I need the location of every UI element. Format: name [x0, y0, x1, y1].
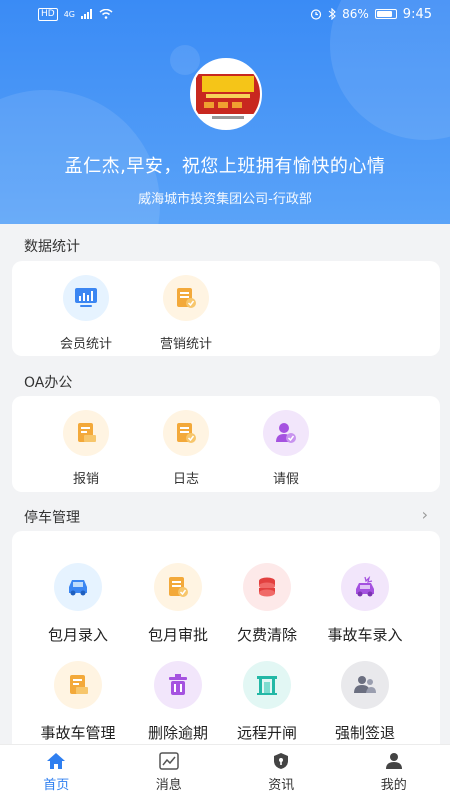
- trash-icon: [154, 661, 202, 709]
- receipt-icon: [54, 661, 102, 709]
- document-check-icon: [154, 563, 202, 611]
- tile-label: 强制签退: [334, 724, 395, 742]
- tile-reimbursement[interactable]: 报销: [36, 410, 136, 487]
- users-icon: [341, 661, 389, 709]
- status-time: 9:45: [402, 6, 432, 22]
- tile-journal[interactable]: 日志: [136, 410, 236, 487]
- tile-accident-manage[interactable]: 事故车管理: [28, 661, 128, 743]
- accident-car-icon: [341, 563, 389, 611]
- decor-circle: [170, 45, 200, 75]
- status-bar: HD 4G 86% 9:45: [0, 0, 450, 28]
- parking-card: 包月录入 包月审批 欠费清除 事故车录入 事故车管理 删除逾期 远程开闸 强制签…: [12, 531, 440, 756]
- document-check-icon: [163, 275, 209, 321]
- person-icon: [385, 753, 402, 769]
- tab-home[interactable]: 首页: [0, 745, 113, 800]
- oa-card: 报销 日志 请假: [12, 396, 440, 492]
- battery-level: [376, 11, 392, 17]
- tile-label: 营销统计: [159, 337, 212, 352]
- tile-delete-overdue[interactable]: 删除逾期: [128, 661, 228, 743]
- tile-member-stats[interactable]: 会员统计: [36, 275, 136, 352]
- document-check-icon: [163, 410, 209, 456]
- signal-icon: [81, 9, 92, 19]
- tile-accident-entry[interactable]: 事故车录入: [315, 563, 415, 645]
- tile-force-signout[interactable]: 强制签退: [315, 661, 415, 743]
- gate-icon: [243, 661, 291, 709]
- tile-label: 请假: [272, 472, 299, 487]
- tile-marketing-stats[interactable]: 营销统计: [136, 275, 236, 352]
- profile-header: HD 4G 86% 9:45 孟仁杰,早安，祝您上班拥有愉快的心情 威海城市投资…: [0, 0, 450, 224]
- shield-icon: [274, 753, 289, 769]
- section-title-stats: 数据统计: [24, 239, 80, 255]
- tab-label: 资讯: [268, 778, 295, 793]
- greeting-text: 孟仁杰,早安，祝您上班拥有愉快的心情: [64, 156, 386, 177]
- hd-badge: HD: [38, 7, 58, 21]
- tab-label: 我的: [380, 778, 407, 793]
- coins-icon: [243, 563, 291, 611]
- battery-icon: [374, 9, 397, 19]
- tab-mine[interactable]: 我的: [338, 745, 450, 800]
- section-title-parking: 停车管理: [24, 510, 80, 526]
- monitor-chart-icon: [63, 275, 109, 321]
- tile-label: 会员统计: [59, 337, 112, 352]
- tile-monthly-approval[interactable]: 包月审批: [128, 563, 228, 645]
- section-title-oa: OA办公: [24, 375, 73, 391]
- tile-label: 删除逾期: [147, 724, 208, 742]
- tile-label: 日志: [172, 472, 199, 487]
- wifi-icon: [99, 9, 113, 19]
- tile-monthly-entry[interactable]: 包月录入: [28, 563, 128, 645]
- tile-label: 包月录入: [47, 626, 108, 644]
- tile-label: 远程开闸: [236, 724, 297, 742]
- tab-news[interactable]: 资讯: [225, 745, 338, 800]
- avatar-image: [192, 60, 260, 128]
- home-icon: [47, 753, 66, 769]
- battery-percent: 86%: [342, 7, 369, 21]
- tile-arrears-clear[interactable]: 欠费清除: [217, 563, 317, 645]
- chart-icon: [159, 752, 179, 770]
- tile-label: 事故车录入: [327, 626, 403, 644]
- tile-label: 报销: [72, 472, 99, 487]
- tab-messages[interactable]: 消息: [113, 745, 226, 800]
- tile-label: 包月审批: [147, 626, 208, 644]
- tile-remote-gate[interactable]: 远程开闸: [217, 661, 317, 743]
- receipt-icon: [63, 410, 109, 456]
- tile-label: 事故车管理: [40, 724, 116, 742]
- organization-text: 威海城市投资集团公司-行政部: [138, 192, 312, 207]
- car-icon: [54, 563, 102, 611]
- tab-label: 消息: [155, 778, 182, 793]
- bottom-tab-bar: 首页 消息 资讯 我的: [0, 744, 450, 800]
- user-badge-icon: [263, 410, 309, 456]
- alarm-icon: [311, 9, 322, 20]
- tile-leave[interactable]: 请假: [236, 410, 336, 487]
- stats-card: 会员统计 营销统计: [12, 261, 440, 356]
- tile-label: 欠费清除: [236, 626, 297, 644]
- chevron-right-icon[interactable]: ›: [422, 505, 428, 524]
- tab-label: 首页: [43, 778, 70, 793]
- avatar[interactable]: [190, 58, 262, 130]
- bluetooth-icon: [328, 8, 336, 20]
- signal-label: 4G: [63, 9, 75, 19]
